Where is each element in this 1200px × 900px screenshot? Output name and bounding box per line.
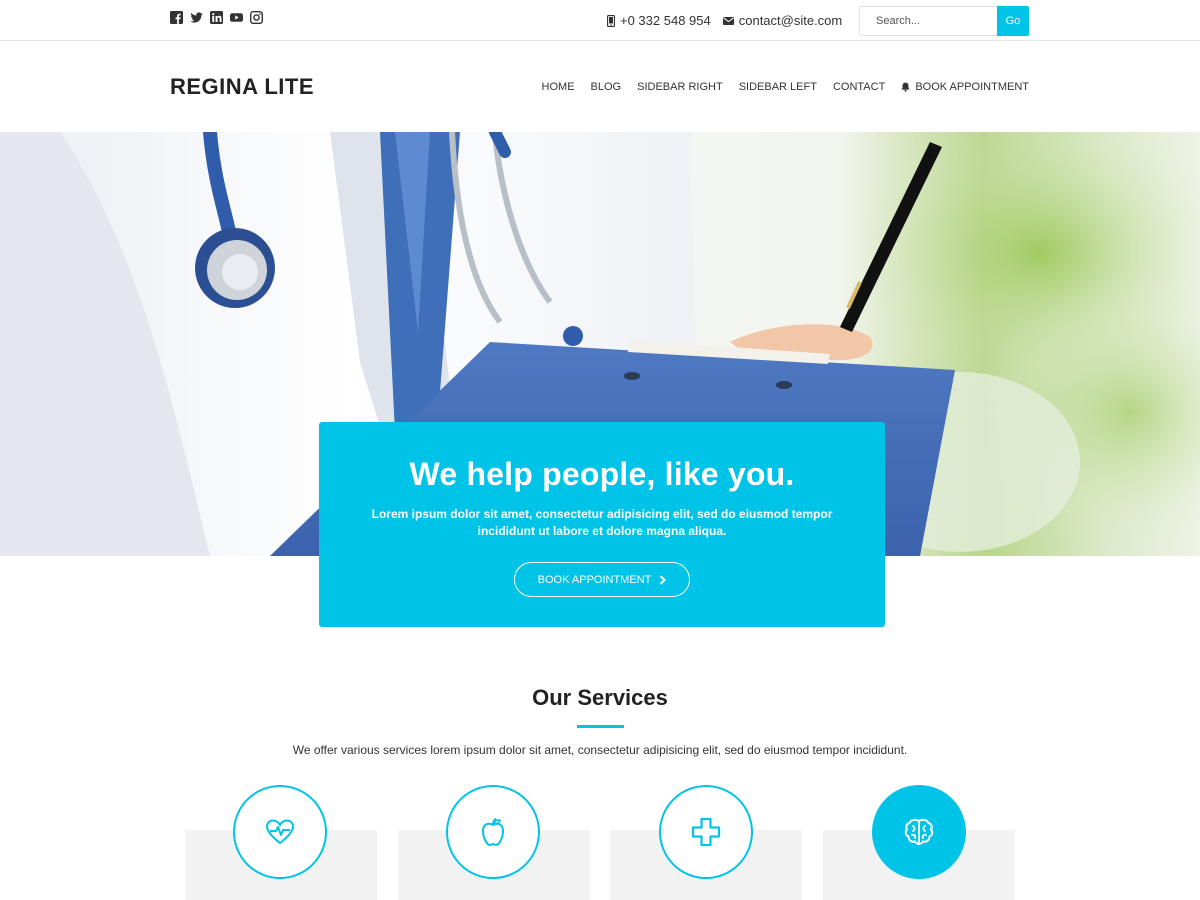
apple-icon <box>481 817 505 847</box>
chevron-right-icon <box>660 574 667 585</box>
brain-icon <box>904 818 934 846</box>
services-title: Our Services <box>532 685 668 710</box>
book-appointment-button-label: BOOK APPOINTMENT <box>537 573 652 586</box>
nav-sidebar-left[interactable]: SIDEBAR LEFT <box>739 81 817 93</box>
nav-book-appointment-label: BOOK APPOINTMENT <box>915 81 1029 93</box>
search-form: Go <box>859 6 1029 36</box>
nav-sidebar-right[interactable]: SIDEBAR RIGHT <box>637 81 723 93</box>
hero-title: We help people, like you. <box>409 456 795 492</box>
services-title-underline <box>577 725 624 728</box>
email-item[interactable]: contact@site.com <box>722 13 843 28</box>
youtube-icon[interactable] <box>230 11 243 24</box>
twitter-icon[interactable] <box>190 11 203 24</box>
linkedin-icon[interactable] <box>210 11 223 24</box>
service-icon-circle-4[interactable] <box>872 785 966 879</box>
social-links <box>170 11 263 24</box>
nav-blog[interactable]: BLOG <box>591 81 622 93</box>
nav-contact[interactable]: CONTACT <box>833 81 885 93</box>
service-icon-circle-2[interactable] <box>446 785 540 879</box>
email-address: contact@site.com <box>738 13 843 28</box>
medical-cross-icon <box>691 817 721 847</box>
site-header: REGINA LITE HOME BLOG SIDEBAR RIGHT SIDE… <box>0 41 1200 132</box>
envelope-icon <box>722 16 734 25</box>
service-icon-circle-1[interactable] <box>233 785 327 879</box>
search-go-button[interactable]: Go <box>997 6 1029 36</box>
phone-number: +0 332 548 954 <box>620 13 711 28</box>
service-icon-circle-3[interactable] <box>659 785 753 879</box>
hero-cta-box: We help people, like you. Lorem ipsum do… <box>319 422 885 627</box>
mobile-phone-icon <box>607 14 615 27</box>
book-appointment-button[interactable]: BOOK APPOINTMENT <box>514 562 690 597</box>
instagram-icon[interactable] <box>250 11 263 24</box>
services-description: We offer various services lorem ipsum do… <box>292 743 908 757</box>
top-bar: +0 332 548 954 contact@site.com Go <box>0 0 1200 41</box>
facebook-icon[interactable] <box>170 11 183 24</box>
bell-icon <box>901 82 910 92</box>
hero-text: Lorem ipsum dolor sit amet, consectetur … <box>371 507 833 538</box>
nav-book-appointment[interactable]: BOOK APPOINTMENT <box>901 81 1029 93</box>
heartbeat-icon <box>265 819 295 845</box>
nav-home[interactable]: HOME <box>542 81 575 93</box>
site-logo[interactable]: REGINA LITE <box>170 74 314 100</box>
search-input[interactable] <box>859 6 997 36</box>
phone-item[interactable]: +0 332 548 954 <box>607 13 711 28</box>
main-nav: HOME BLOG SIDEBAR RIGHT SIDEBAR LEFT CON… <box>542 81 1029 93</box>
contact-info: +0 332 548 954 contact@site.com <box>607 13 842 28</box>
